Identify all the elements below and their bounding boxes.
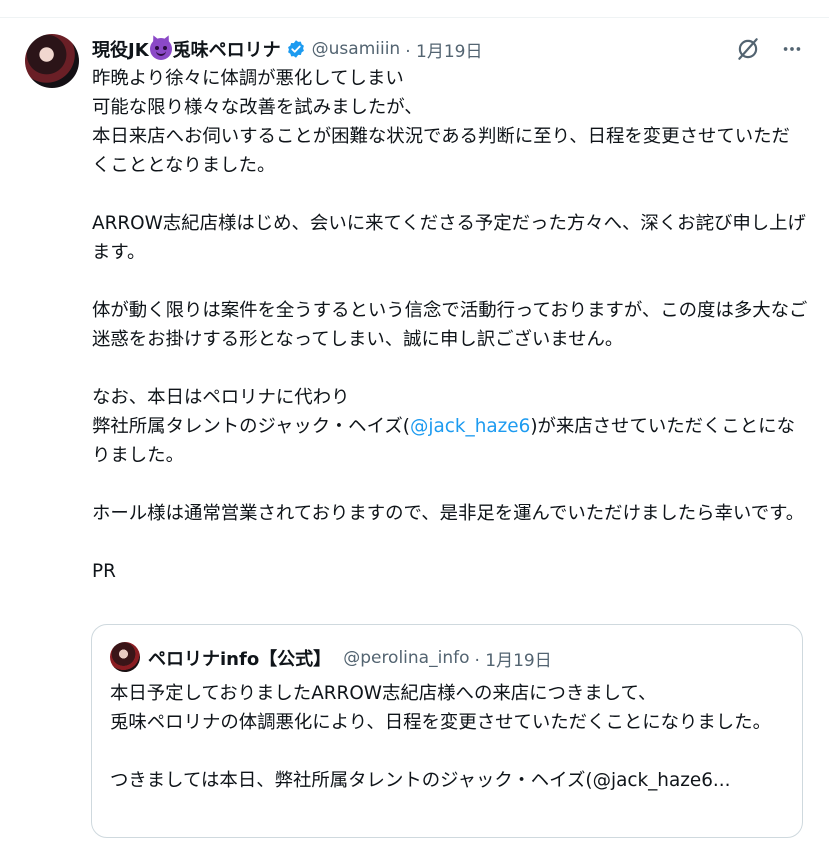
more-options-icon[interactable] (777, 36, 807, 62)
author-name-suffix[interactable]: 兎味ペロリナ (173, 36, 281, 62)
top-divider (0, 17, 829, 18)
tweet-text: 昨晩より徐々に体調が悪化してしまい 可能な限り様々な改善を試みましたが、 本日来… (92, 64, 808, 586)
tweet-date[interactable]: · 1月19日 (405, 37, 482, 62)
author-handle[interactable]: @usamiiin (312, 39, 401, 59)
quoted-tweet[interactable]: ペロリナinfo【公式】 @perolina_info · 1月19日 本日予定… (91, 624, 803, 838)
quoted-author-handle[interactable]: @perolina_info (343, 648, 469, 668)
author-name[interactable]: 現役JK (92, 36, 149, 62)
tweet-text-part-1: 昨晩より徐々に体調が悪化してしまい 可能な限り様々な改善を試みましたが、 本日来… (92, 68, 808, 437)
tweet-text-part-2: )が来店させていただくことになりました。 ホール様は通常営業されておりますので、… (92, 416, 805, 582)
quoted-header: ペロリナinfo【公式】 @perolina_info · 1月19日 (148, 645, 552, 671)
grok-icon[interactable] (733, 36, 763, 62)
verified-badge-icon (287, 40, 304, 58)
tweet-actions (733, 36, 807, 62)
quoted-avatar[interactable] (110, 642, 140, 672)
quoted-date[interactable]: · 1月19日 (474, 646, 551, 671)
avatar[interactable] (25, 34, 79, 88)
quoted-text: 本日予定しておりましたARROW志紀店様への来店につきまして、 兎味ペロリナの体… (110, 683, 771, 791)
smiling-devil-icon (149, 38, 172, 60)
tweet-header: 現役JK 兎味ペロリナ @usamiiin · 1月19日 (92, 36, 482, 62)
quoted-author-name[interactable]: ペロリナinfo【公式】 (148, 645, 331, 671)
mention-link[interactable]: @jack_haze6 (410, 416, 530, 437)
